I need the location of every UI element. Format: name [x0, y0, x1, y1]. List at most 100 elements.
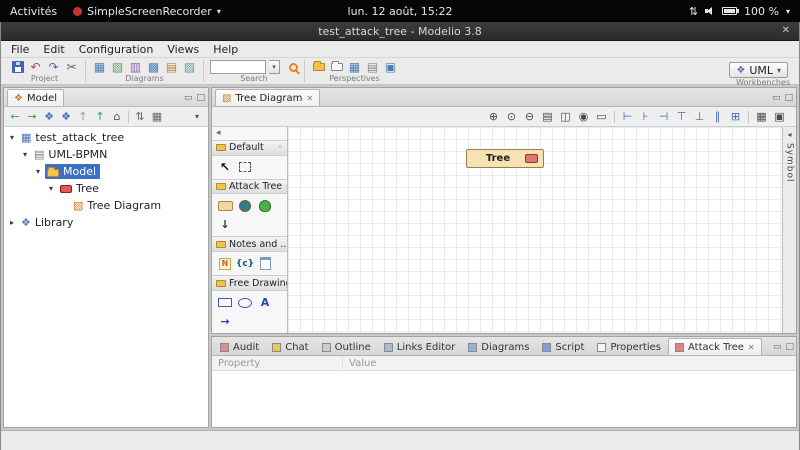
- column-value[interactable]: Value: [342, 356, 796, 370]
- tree-item-uml-bpmn[interactable]: ▾ ▤ UML-BPMN: [4, 146, 208, 163]
- column-property[interactable]: Property: [212, 358, 342, 369]
- state-diagram-button[interactable]: ▩: [146, 60, 161, 74]
- forward-button[interactable]: →: [24, 109, 40, 125]
- tab-audit[interactable]: Audit: [214, 339, 265, 355]
- snap-toggle-button[interactable]: ▣: [771, 109, 788, 125]
- line-tool[interactable]: →: [217, 314, 233, 329]
- tree-item-model[interactable]: ▾ Model: [4, 163, 208, 180]
- align-bottom-button[interactable]: ⊥: [691, 109, 708, 125]
- undo-button[interactable]: ↶: [28, 60, 43, 74]
- search-history-dropdown[interactable]: ▾: [269, 60, 280, 74]
- diagram-canvas[interactable]: Tree: [288, 127, 782, 333]
- pin-icon[interactable]: ◦: [278, 143, 283, 153]
- table-perspective-button[interactable]: ▦: [347, 60, 362, 74]
- tab-outline[interactable]: Outline: [316, 339, 377, 355]
- collapse-palette-icon[interactable]: ◂: [216, 128, 221, 138]
- related-elements-button[interactable]: ❖: [41, 109, 57, 125]
- palette-section-free-drawing[interactable]: Free Drawing ◦: [212, 275, 287, 291]
- twisty-icon[interactable]: ▾: [33, 167, 43, 176]
- minimize-panel-icon[interactable]: ▭: [184, 93, 193, 103]
- text-tool[interactable]: A: [257, 295, 273, 310]
- maximize-panel-icon[interactable]: □: [196, 93, 205, 103]
- tree-perspective-button[interactable]: ▣: [383, 60, 398, 74]
- menu-file[interactable]: File: [4, 41, 36, 57]
- tab-tree-diagram[interactable]: ▧ Tree Diagram ✕: [215, 89, 321, 106]
- save-project-button[interactable]: [10, 60, 25, 74]
- grid-toggle-button[interactable]: ▦: [753, 109, 770, 125]
- menu-help[interactable]: Help: [206, 41, 245, 57]
- align-center-button[interactable]: ⊦: [637, 109, 654, 125]
- redo-button[interactable]: ↷: [46, 60, 61, 74]
- close-tab-icon[interactable]: ✕: [306, 94, 313, 103]
- print-button[interactable]: ▤: [539, 109, 556, 125]
- parent-button[interactable]: ↑: [75, 109, 91, 125]
- tab-properties[interactable]: Properties: [591, 339, 667, 355]
- search-input[interactable]: [210, 60, 266, 74]
- note-tool[interactable]: N: [217, 256, 233, 271]
- external-document-tool[interactable]: [257, 256, 273, 271]
- align-right-button[interactable]: ⊣: [655, 109, 672, 125]
- back-button[interactable]: ←: [7, 109, 23, 125]
- align-left-button[interactable]: ⊢: [619, 109, 636, 125]
- up-level-button[interactable]: ↑: [92, 109, 108, 125]
- twisty-icon[interactable]: ▾: [46, 184, 56, 193]
- search-button[interactable]: [283, 60, 298, 74]
- flat-view-button[interactable]: ▦: [149, 109, 165, 125]
- menu-views[interactable]: Views: [160, 41, 206, 57]
- minimize-panel-icon[interactable]: ▭: [772, 93, 781, 103]
- window-titlebar[interactable]: test_attack_tree - Modelio 3.8 ✕: [1, 22, 799, 41]
- zoom-out-button[interactable]: ⊖: [521, 109, 538, 125]
- twisty-icon[interactable]: ▸: [7, 218, 17, 227]
- expand-symbol-icon[interactable]: ◂: [787, 130, 791, 139]
- sequence-diagram-button[interactable]: ▧: [110, 60, 125, 74]
- save-image-button[interactable]: ◫: [557, 109, 574, 125]
- twisty-icon[interactable]: ▾: [20, 150, 30, 159]
- tab-chat[interactable]: Chat: [266, 339, 314, 355]
- open-perspective-button[interactable]: [311, 60, 326, 74]
- same-size-button[interactable]: ⊞: [727, 109, 744, 125]
- pin-icon[interactable]: ◦: [285, 182, 287, 192]
- symbol-sidebar[interactable]: ◂ Symbol: [782, 127, 796, 333]
- app-menu[interactable]: SimpleScreenRecorder ▾: [73, 5, 221, 18]
- tab-model[interactable]: ❖ Model: [7, 89, 64, 106]
- activities-button[interactable]: Activités: [10, 5, 57, 18]
- maximize-panel-icon[interactable]: □: [784, 93, 793, 103]
- rectangle-tool[interactable]: [217, 295, 233, 310]
- minimize-panel-icon[interactable]: ▭: [773, 342, 782, 352]
- maximize-panel-icon[interactable]: □: [785, 342, 794, 352]
- palette-section-attack-tree[interactable]: Attack Tree ◦: [212, 178, 287, 195]
- class-diagram-button[interactable]: ▦: [92, 60, 107, 74]
- sort-button[interactable]: ⇅: [132, 109, 148, 125]
- window-close-button[interactable]: ✕: [782, 25, 790, 36]
- show-in-explorer-button[interactable]: ❖: [58, 109, 74, 125]
- usecase-diagram-button[interactable]: ▥: [128, 60, 143, 74]
- leaf-node-tool[interactable]: [257, 198, 273, 213]
- palette-section-default[interactable]: Default ◦: [212, 139, 287, 156]
- zoom-in-button[interactable]: ⊕: [485, 109, 502, 125]
- tree-item-library[interactable]: ▸ ❖ Library: [4, 214, 208, 231]
- palette-section-notes[interactable]: Notes and ... ◦: [212, 236, 287, 253]
- browse-perspective-button[interactable]: [329, 60, 344, 74]
- distribute-button[interactable]: ∥: [709, 109, 726, 125]
- bpmn-diagram-button[interactable]: ▨: [182, 60, 197, 74]
- tab-links-editor[interactable]: Links Editor: [378, 339, 461, 355]
- tab-script[interactable]: Script: [536, 339, 590, 355]
- menu-configuration[interactable]: Configuration: [72, 41, 161, 57]
- zoom-original-button[interactable]: ⊙: [503, 109, 520, 125]
- close-tab-icon[interactable]: ✕: [748, 343, 755, 352]
- view-menu-icon[interactable]: ▾: [189, 109, 205, 125]
- or-node-tool[interactable]: [237, 198, 253, 213]
- selection-mode-button[interactable]: ▭: [593, 109, 610, 125]
- twisty-icon[interactable]: ▾: [7, 133, 17, 142]
- cut-button[interactable]: ✂: [64, 60, 79, 74]
- workbench-selector[interactable]: ❖ UML ▾: [729, 62, 788, 78]
- home-button[interactable]: ⌂: [109, 109, 125, 125]
- activity-diagram-button[interactable]: ▤: [164, 60, 179, 74]
- diagram-node-tree[interactable]: Tree: [466, 149, 544, 168]
- ellipse-tool[interactable]: [237, 295, 253, 310]
- menu-edit[interactable]: Edit: [36, 41, 71, 57]
- and-node-tool[interactable]: [217, 198, 233, 213]
- tree-item-tree-diagram[interactable]: ▧ Tree Diagram: [4, 197, 208, 214]
- transition-tool[interactable]: ↓: [217, 217, 233, 232]
- screenshot-button[interactable]: ◉: [575, 109, 592, 125]
